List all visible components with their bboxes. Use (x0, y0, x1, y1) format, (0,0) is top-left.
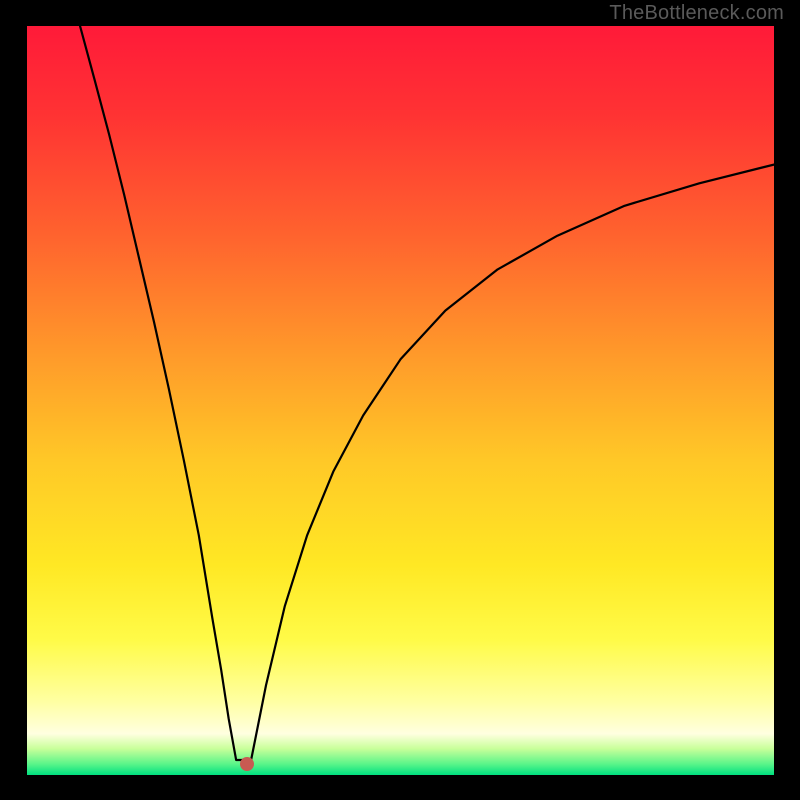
chart-stage: TheBottleneck.com (0, 0, 800, 800)
gradient-background (27, 26, 774, 775)
watermark-label: TheBottleneck.com (609, 2, 784, 25)
plot-area (27, 26, 774, 775)
